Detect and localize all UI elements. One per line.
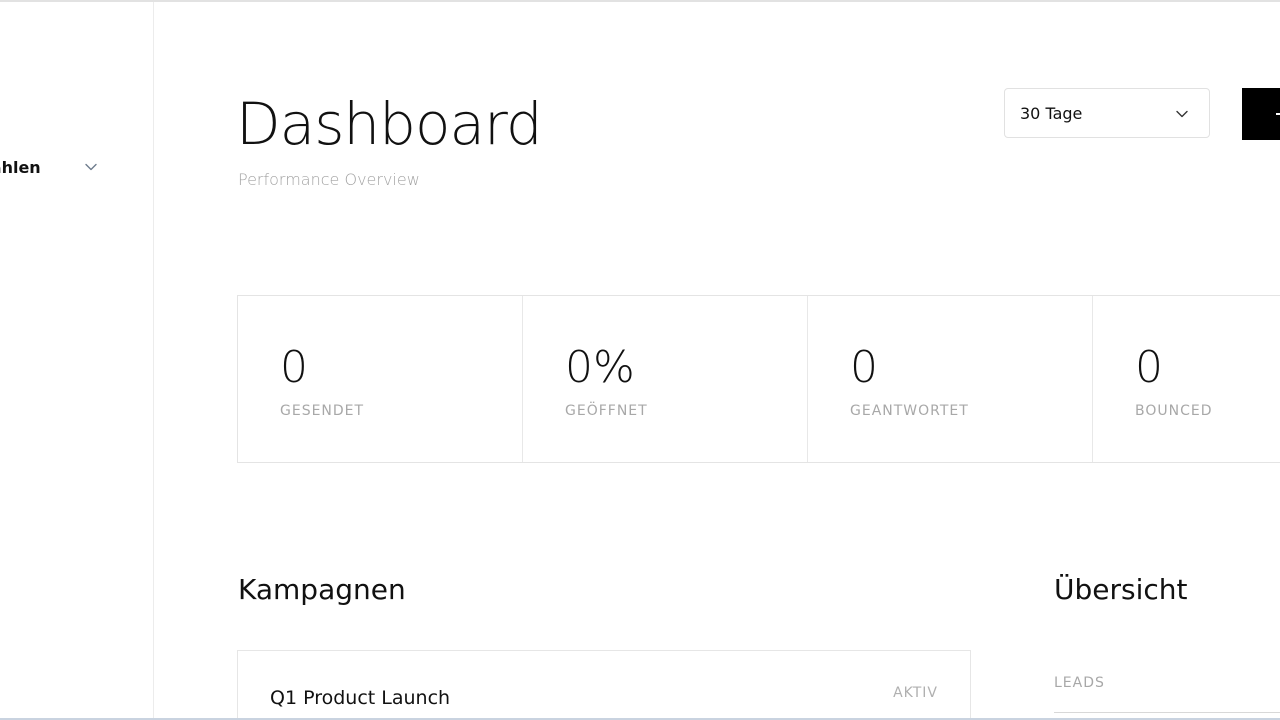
stat-label: GEÖFFNET (565, 403, 648, 419)
page-title: Dashboard (236, 90, 543, 158)
stat-label: GEANTWORTET (850, 403, 969, 419)
overview-divider (1054, 712, 1280, 713)
workspace-select-label: wählen (0, 157, 41, 177)
stat-label: GESENDET (280, 403, 365, 419)
date-range-select[interactable]: 30 Tage (1004, 88, 1210, 138)
page-subtitle: Performance Overview (238, 170, 420, 189)
overview-metric-label: LEADS (1054, 675, 1105, 691)
overview-heading: Übersicht (1054, 573, 1188, 606)
stat-value: 0% (565, 342, 635, 393)
campaign-status-badge: AKTIV (893, 685, 938, 701)
create-button[interactable] (1242, 88, 1280, 140)
campaign-card[interactable]: Q1 Product Launch AKTIV (237, 650, 971, 720)
stat-card-replied: 0 GEANTWORTET (808, 296, 1093, 462)
stat-value: 0 (280, 342, 308, 393)
date-range-value: 30 Tage (1020, 103, 1083, 123)
stats-panel: 0 GESENDET 0% GEÖFFNET 0 GEANTWORTET 0 B… (237, 295, 1280, 463)
stat-card-bounced: 0 BOUNCED (1093, 296, 1280, 462)
sidebar: wählen (0, 2, 154, 720)
chevron-down-icon (85, 163, 97, 171)
stat-label: BOUNCED (1135, 403, 1213, 419)
chevron-down-icon (1176, 110, 1188, 118)
stat-card-sent: 0 GESENDET (238, 296, 523, 462)
plus-icon (1276, 113, 1280, 115)
campaigns-heading: Kampagnen (238, 573, 406, 606)
stat-value: 0 (1135, 342, 1163, 393)
stat-card-opened: 0% GEÖFFNET (523, 296, 808, 462)
stat-value: 0 (850, 342, 878, 393)
workspace-select[interactable]: wählen (0, 154, 106, 180)
campaign-name: Q1 Product Launch (270, 687, 451, 709)
app-window: wählen Dashboard Performance Overview 30… (0, 0, 1280, 720)
